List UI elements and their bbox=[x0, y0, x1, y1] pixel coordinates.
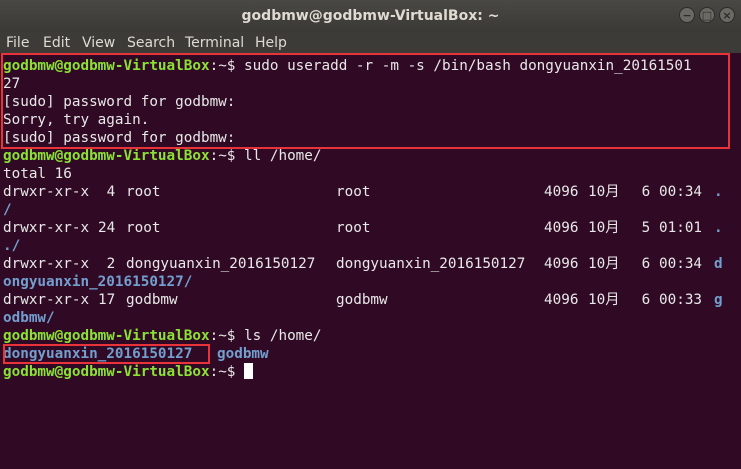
size: 4096 bbox=[544, 292, 579, 308]
prompt-user-host: godbmw@godbmw-VirtualBox bbox=[3, 148, 210, 164]
minimize-button[interactable]: − bbox=[679, 7, 695, 23]
day: 6 bbox=[633, 256, 651, 272]
month: 10月 bbox=[588, 220, 620, 236]
terminal-window: godbmw@godbmw-VirtualBox: ~ − □ × File E… bbox=[0, 0, 741, 469]
command-text: ll /home/ bbox=[235, 148, 322, 164]
text-cursor bbox=[244, 363, 254, 379]
permissions: drwxr-xr-x bbox=[3, 292, 90, 308]
prompt-user-host: godbmw@godbmw-VirtualBox bbox=[3, 364, 210, 380]
link-count: 24 bbox=[98, 220, 116, 236]
day: 5 bbox=[633, 220, 651, 236]
menu-file[interactable]: File bbox=[6, 35, 29, 51]
link-count: 2 bbox=[98, 256, 116, 272]
menu-bar: File Edit View Search Terminal Help bbox=[0, 32, 741, 53]
prompt-path: :~$ bbox=[209, 148, 236, 164]
prompt-path: :~$ bbox=[209, 364, 236, 380]
group: godbmw bbox=[336, 292, 388, 308]
group: root bbox=[336, 220, 371, 236]
terminal-output[interactable]: godbmw@godbmw-VirtualBox:~$ sudo useradd… bbox=[0, 53, 741, 469]
command-line-current: godbmw@godbmw-VirtualBox:~$ bbox=[3, 363, 254, 381]
listing-row: drwxr-xr-x 4 root root 4096 10月 6 00:34 … bbox=[3, 183, 738, 201]
total-line: total 16 bbox=[3, 166, 72, 182]
window-title: godbmw@godbmw-VirtualBox: ~ bbox=[241, 8, 500, 24]
menu-terminal[interactable]: Terminal bbox=[185, 35, 244, 51]
time: 00:33 bbox=[659, 292, 703, 308]
month: 10月 bbox=[588, 184, 620, 200]
permissions: drwxr-xr-x bbox=[3, 256, 90, 272]
permissions: drwxr-xr-x bbox=[3, 184, 90, 200]
entry-name-wrap: ongyuanxin_2016150127/ bbox=[3, 274, 193, 290]
maximize-button[interactable]: □ bbox=[699, 7, 715, 23]
window-controls: − □ × bbox=[679, 7, 735, 23]
entry-name-wrap: odbmw/ bbox=[3, 310, 55, 326]
link-count: 4 bbox=[98, 184, 116, 200]
menu-help[interactable]: Help bbox=[255, 35, 287, 51]
owner: root bbox=[126, 184, 161, 200]
entry-name-wrap: ./ bbox=[3, 238, 21, 254]
group: root bbox=[336, 184, 371, 200]
command-text: ls /home/ bbox=[235, 328, 322, 344]
command-line-ls: godbmw@godbmw-VirtualBox:~$ ls /home/ bbox=[3, 327, 322, 345]
time: 00:34 bbox=[659, 184, 703, 200]
ls-entry: godbmw bbox=[217, 346, 269, 362]
entry-name: d bbox=[714, 256, 723, 272]
listing-row: drwxr-xr-x 24 root root 4096 10月 5 01:01… bbox=[3, 219, 738, 237]
link-count: 17 bbox=[98, 292, 116, 308]
day: 6 bbox=[633, 184, 651, 200]
owner: dongyuanxin_2016150127 bbox=[126, 256, 316, 272]
entry-name: . bbox=[714, 184, 723, 200]
menu-view[interactable]: View bbox=[82, 35, 115, 51]
size: 4096 bbox=[544, 184, 579, 200]
highlight-box-new-user-dir bbox=[3, 344, 210, 364]
day: 6 bbox=[633, 292, 651, 308]
menu-search[interactable]: Search bbox=[127, 35, 175, 51]
time: 01:01 bbox=[659, 220, 703, 236]
listing-row: drwxr-xr-x 17 godbmw godbmw 4096 10月 6 0… bbox=[3, 291, 738, 309]
month: 10月 bbox=[588, 256, 620, 272]
prompt-path: :~$ bbox=[209, 328, 236, 344]
owner: godbmw bbox=[126, 292, 178, 308]
entry-name: . bbox=[714, 220, 723, 236]
group: dongyuanxin_2016150127 bbox=[336, 256, 526, 272]
entry-name: g bbox=[714, 292, 723, 308]
menu-edit[interactable]: Edit bbox=[43, 35, 70, 51]
owner: root bbox=[126, 220, 161, 236]
entry-name-wrap: / bbox=[3, 202, 12, 218]
close-button[interactable]: × bbox=[719, 7, 735, 23]
size: 4096 bbox=[544, 220, 579, 236]
prompt-user-host: godbmw@godbmw-VirtualBox bbox=[3, 328, 210, 344]
time: 00:34 bbox=[659, 256, 703, 272]
permissions: drwxr-xr-x bbox=[3, 220, 90, 236]
highlight-box-useradd bbox=[1, 53, 730, 149]
title-bar[interactable]: godbmw@godbmw-VirtualBox: ~ − □ × bbox=[0, 0, 741, 32]
month: 10月 bbox=[588, 292, 620, 308]
command-line-ll: godbmw@godbmw-VirtualBox:~$ ll /home/ bbox=[3, 147, 322, 165]
size: 4096 bbox=[544, 256, 579, 272]
listing-row: drwxr-xr-x 2 dongyuanxin_2016150127 dong… bbox=[3, 255, 738, 273]
command-text bbox=[235, 364, 244, 380]
